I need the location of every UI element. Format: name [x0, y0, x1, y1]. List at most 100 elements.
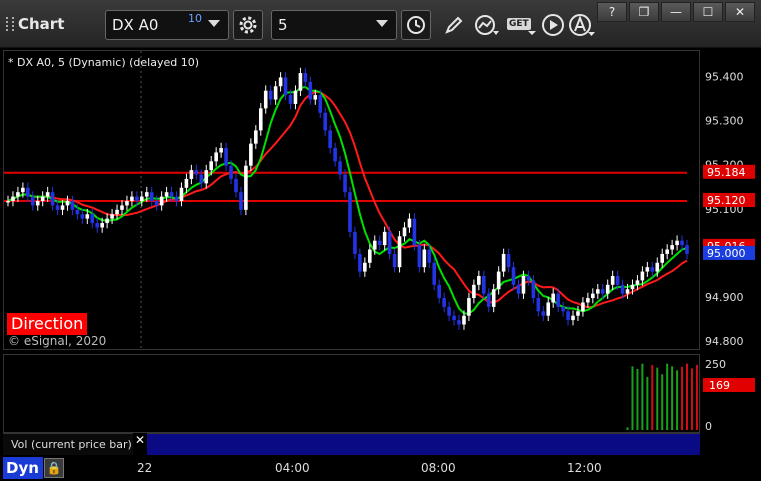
price-tick-label: 94.800: [705, 335, 744, 348]
play-icon: [542, 14, 564, 36]
symbol-delay-badge: 10: [188, 12, 202, 25]
candle-body: [432, 262, 437, 285]
candle-body: [437, 284, 441, 299]
get-data-button[interactable]: GET: [505, 10, 539, 40]
interval-select[interactable]: 5: [271, 10, 397, 40]
volume-bar: [681, 366, 684, 430]
price-tag-label: 95.120: [707, 194, 746, 207]
candle-body: [234, 178, 238, 193]
symbol-value: DX A0: [112, 16, 159, 34]
study-label[interactable]: * DX A0, 5 (Dynamic) (delayed 10): [8, 56, 199, 69]
time-axis[interactable]: [0, 456, 761, 481]
price-axis[interactable]: 95.40095.30095.20095.10095.00094.90094.8…: [701, 50, 757, 350]
minimize-button[interactable]: —: [661, 2, 691, 22]
candle-body: [576, 311, 580, 316]
settings-button[interactable]: [233, 10, 263, 40]
get-label: GET: [509, 19, 529, 29]
candle-body: [680, 240, 684, 246]
candle-body: [635, 280, 640, 285]
candle-body: [343, 174, 347, 193]
candle-body: [130, 196, 134, 201]
alerts-button[interactable]: [567, 10, 597, 40]
candle-body: [308, 81, 313, 100]
gear-icon: [239, 16, 257, 34]
chevron-down-icon[interactable]: [376, 20, 388, 27]
moving-average-slow: [7, 90, 688, 309]
candle-body: [516, 284, 521, 294]
candle-body: [353, 231, 357, 254]
candle-body: [115, 209, 119, 215]
candle-body: [348, 192, 352, 232]
drag-grip-icon[interactable]: [6, 17, 14, 31]
close-button[interactable]: ✕: [725, 2, 755, 22]
candle-body: [472, 284, 476, 299]
candle-body: [323, 112, 327, 131]
candle-body: [125, 201, 129, 206]
volume-axis[interactable]: 250 0 169: [701, 354, 757, 433]
close-icon[interactable]: ✕: [133, 433, 147, 447]
help-button[interactable]: ?: [597, 2, 627, 22]
candle-body: [105, 218, 109, 224]
candle-body: [26, 187, 30, 197]
candle-body: [477, 276, 481, 285]
volume-axis-svg: 250 0 169: [703, 358, 755, 433]
price-chart-area[interactable]: [3, 50, 700, 351]
candle-body: [249, 143, 253, 166]
candle-body: [368, 249, 372, 263]
volume-label-strip: [147, 433, 700, 455]
candle-body: [164, 192, 169, 197]
candle-body: [209, 161, 214, 171]
candle-body: [506, 253, 511, 268]
candle-body: [556, 293, 560, 307]
direction-label: Direction: [7, 313, 88, 335]
candle-body: [169, 192, 174, 197]
candle-body: [313, 95, 318, 100]
candle-body: [620, 284, 625, 294]
price-tick-label: 94.900: [705, 291, 744, 304]
candle-body: [65, 201, 70, 206]
candle-body: [110, 214, 114, 219]
volume-study-label[interactable]: Vol (current price bar): [3, 433, 133, 455]
candle-body: [660, 253, 665, 263]
volume-bar: [636, 368, 639, 430]
app-title: Chart: [6, 14, 64, 34]
volume-chart: [626, 363, 713, 430]
volume-bar: [666, 363, 669, 430]
restore-button[interactable]: ❐: [629, 2, 659, 22]
studies-button[interactable]: [472, 10, 502, 40]
volume-bar: [676, 370, 679, 430]
time-label: 04:00: [275, 461, 310, 475]
candle-body: [224, 148, 228, 166]
candle-body: [571, 315, 575, 321]
candle-body: [586, 298, 590, 303]
volume-bar: [690, 368, 693, 430]
candle-body: [685, 245, 689, 254]
symbol-input[interactable]: DX A0 10: [105, 10, 229, 40]
candle-body: [328, 130, 332, 149]
candle-body: [60, 205, 65, 210]
lock-icon[interactable]: 🔒: [44, 458, 64, 478]
candle-body: [427, 249, 432, 263]
candle-body: [491, 289, 496, 307]
play-button[interactable]: [538, 10, 568, 40]
candle-body: [179, 187, 184, 201]
candle-body: [675, 240, 679, 246]
candle-body: [303, 73, 308, 82]
candle-body: [258, 108, 263, 131]
volume-pane[interactable]: [3, 354, 713, 433]
volume-bar: [671, 366, 674, 430]
candle-body: [511, 267, 516, 285]
dynamic-mode-button[interactable]: Dyn: [3, 457, 43, 479]
candle-body: [407, 218, 412, 228]
candle-body: [159, 196, 164, 206]
candle-body: [85, 214, 90, 219]
draw-button[interactable]: [439, 10, 469, 40]
candle-body: [16, 192, 20, 197]
candle-body: [11, 196, 15, 201]
candle-body: [496, 271, 501, 290]
candle-body: [333, 148, 337, 162]
time-button[interactable]: [401, 10, 431, 40]
maximize-button[interactable]: ☐: [693, 2, 723, 22]
candle-body: [90, 214, 95, 224]
chevron-down-icon[interactable]: [208, 20, 220, 27]
